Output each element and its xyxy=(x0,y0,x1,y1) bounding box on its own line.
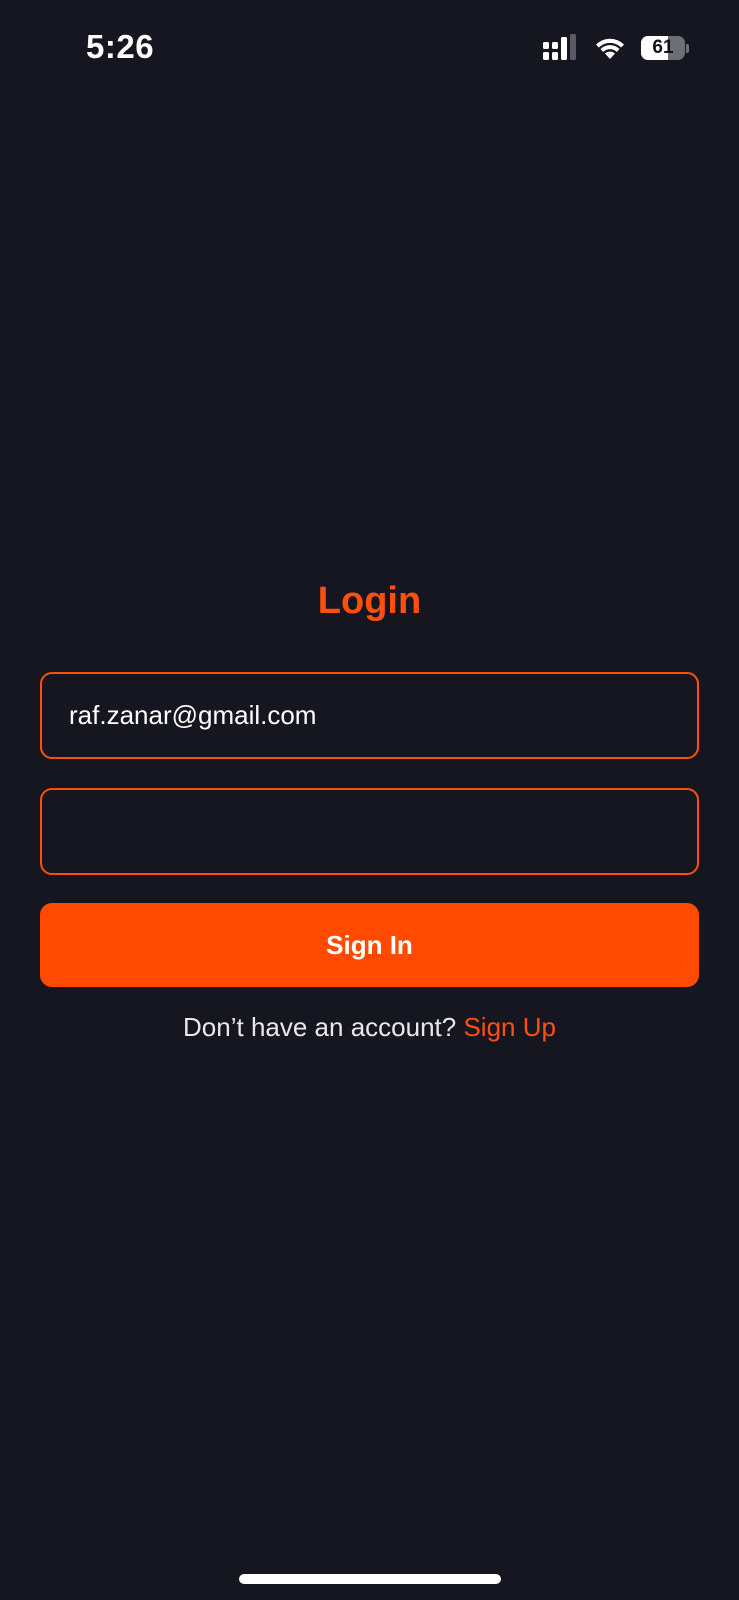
status-icons: 61 xyxy=(541,34,689,62)
sign-in-button[interactable]: Sign In xyxy=(40,903,699,987)
password-field[interactable] xyxy=(42,790,697,873)
email-field-container xyxy=(40,672,699,759)
wifi-icon xyxy=(596,38,624,59)
no-account-text: Don’t have an account? xyxy=(183,1012,457,1042)
email-field[interactable] xyxy=(42,674,697,757)
battery-level: 61 xyxy=(652,37,674,58)
sign-up-link[interactable]: Sign Up xyxy=(463,1012,556,1042)
battery-icon: 61 xyxy=(641,35,689,61)
cellular-signal-icon xyxy=(543,34,576,60)
status-time: 5:26 xyxy=(86,28,155,65)
status-bar: 5:26 61 xyxy=(0,0,739,100)
home-indicator[interactable] xyxy=(239,1574,501,1584)
password-field-container xyxy=(40,788,699,875)
page-title: Login xyxy=(317,580,422,622)
signup-prompt: Don’t have an account? Sign Up xyxy=(0,1012,739,1043)
